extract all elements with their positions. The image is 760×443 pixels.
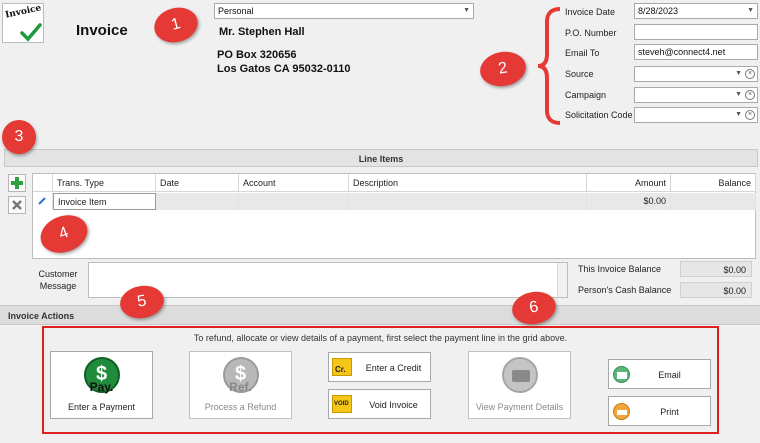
credit-card-icon xyxy=(501,357,538,393)
chevron-down-icon[interactable]: ▼ xyxy=(735,111,742,118)
callout-number: 5 xyxy=(136,292,148,311)
cell-account[interactable] xyxy=(239,193,349,210)
pay-icon-text: Pay. xyxy=(89,380,114,394)
invoice-date-field[interactable]: 8/28/2023 ▼ xyxy=(634,3,758,19)
process-refund-button[interactable]: $ Ref. Process a Refund xyxy=(189,351,292,419)
column-header-balance[interactable]: Balance xyxy=(671,174,756,192)
cell-description[interactable] xyxy=(349,193,587,210)
x-icon xyxy=(12,200,22,210)
view-payment-details-button[interactable]: View Payment Details xyxy=(468,351,571,419)
void-icon-text: VOID xyxy=(334,401,349,407)
chevron-down-icon[interactable]: ▼ xyxy=(735,91,742,98)
enter-credit-button[interactable]: Cr. Enter a Credit xyxy=(328,352,431,382)
customer-name[interactable]: Mr. Stephen Hall xyxy=(219,26,305,38)
column-header-account[interactable]: Account xyxy=(239,174,349,192)
clear-icon[interactable]: × xyxy=(745,90,755,100)
void-invoice-label: Void Invoice xyxy=(369,400,418,410)
column-header-amount[interactable]: Amount xyxy=(587,174,671,192)
enter-credit-label: Enter a Credit xyxy=(365,363,422,373)
callout-number: 3 xyxy=(14,128,24,145)
invoice-date-label: Invoice Date xyxy=(565,7,616,17)
email-label: Email xyxy=(658,370,681,380)
void-invoice-button[interactable]: VOID Void Invoice xyxy=(328,389,431,419)
view-payment-details-label: View Payment Details xyxy=(475,402,564,412)
invoice-date-value: 8/28/2023 xyxy=(638,6,679,16)
email-button[interactable]: Email xyxy=(608,359,711,389)
chevron-down-icon[interactable]: ▼ xyxy=(747,7,754,14)
invoice-actions-title: Invoice Actions xyxy=(8,311,75,321)
email-to-field[interactable]: steveh@connect4.net xyxy=(634,44,758,60)
profile-select[interactable]: Personal ▼ xyxy=(214,3,474,19)
solicitation-code-label: Solicitation Code xyxy=(565,110,633,120)
callout-badge-3: 3 xyxy=(2,120,36,154)
logo-text: Invoice xyxy=(4,3,43,21)
po-number-label: P.O. Number xyxy=(565,28,617,38)
column-header-date[interactable]: Date xyxy=(156,174,239,192)
actions-hint: To refund, allocate or view details of a… xyxy=(193,333,568,343)
plus-icon xyxy=(11,177,23,189)
campaign-select[interactable]: ▼ × xyxy=(634,87,758,103)
pencil-icon xyxy=(38,197,46,205)
callout-number: 2 xyxy=(497,59,509,78)
column-header-description[interactable]: Description xyxy=(349,174,587,192)
profile-select-value: Personal xyxy=(218,6,254,16)
ref-icon-text: Ref. xyxy=(229,380,252,394)
curly-brace-annotation xyxy=(537,7,561,125)
credit-icon: Cr. xyxy=(332,358,352,376)
invoice-logo: Invoice xyxy=(2,3,44,43)
message-scrollbar[interactable] xyxy=(557,263,567,297)
email-to-value: steveh@connect4.net xyxy=(638,47,726,57)
callout-badge-2: 2 xyxy=(477,48,529,90)
enter-payment-label: Enter a Payment xyxy=(67,402,136,412)
address-line-2: Los Gatos CA 95032-0110 xyxy=(217,63,351,75)
delete-line-button[interactable] xyxy=(8,196,26,214)
line-items-header: Line Items xyxy=(4,149,758,167)
cash-balance-label: Person's Cash Balance xyxy=(578,285,672,295)
email-to-label: Email To xyxy=(565,48,600,58)
invoice-actions-header: Invoice Actions xyxy=(0,305,760,325)
clear-icon[interactable]: × xyxy=(745,110,755,120)
line-items-grid[interactable]: Trans. Type Date Account Description Amo… xyxy=(32,173,756,259)
po-number-field[interactable] xyxy=(634,24,758,40)
callout-badge-1: 1 xyxy=(150,2,202,48)
customer-message-label-line2: Message xyxy=(39,281,77,291)
this-invoice-balance-value: $0.00 xyxy=(680,261,752,277)
column-header-trans-type[interactable]: Trans. Type xyxy=(53,174,156,192)
process-refund-label: Process a Refund xyxy=(204,402,277,412)
callout-number: 1 xyxy=(169,15,183,34)
checkmark-icon xyxy=(20,23,42,42)
cell-balance[interactable] xyxy=(671,193,756,210)
cell-amount[interactable]: $0.00 xyxy=(587,193,671,210)
this-invoice-balance-label: This Invoice Balance xyxy=(578,264,662,274)
cell-date[interactable] xyxy=(156,193,239,210)
print-button[interactable]: Print xyxy=(608,396,711,426)
customer-message-label-line1: Customer xyxy=(38,269,78,279)
row-edit-indicator[interactable] xyxy=(33,193,53,210)
clear-icon[interactable]: × xyxy=(745,69,755,79)
campaign-label: Campaign xyxy=(565,90,607,100)
print-label: Print xyxy=(660,407,679,417)
chevron-down-icon[interactable]: ▼ xyxy=(463,7,470,14)
source-select[interactable]: ▼ × xyxy=(634,66,758,82)
cash-balance-value: $0.00 xyxy=(680,282,752,298)
page-title: Invoice xyxy=(76,22,128,39)
source-label: Source xyxy=(565,69,594,79)
solicitation-code-select[interactable]: ▼ × xyxy=(634,107,758,123)
address-line-1: PO Box 320656 xyxy=(217,49,297,61)
callout-number: 6 xyxy=(528,298,540,317)
void-icon: VOID xyxy=(332,395,352,413)
add-line-button[interactable] xyxy=(8,174,26,192)
enter-payment-button[interactable]: $ Pay. Enter a Payment xyxy=(50,351,153,419)
row-indicator-header xyxy=(33,174,53,192)
customer-message-label: Customer Message xyxy=(38,268,78,292)
cell-trans-type[interactable]: Invoice Item xyxy=(53,193,156,210)
chevron-down-icon[interactable]: ▼ xyxy=(735,70,742,77)
credit-icon-text: Cr. xyxy=(335,365,346,374)
